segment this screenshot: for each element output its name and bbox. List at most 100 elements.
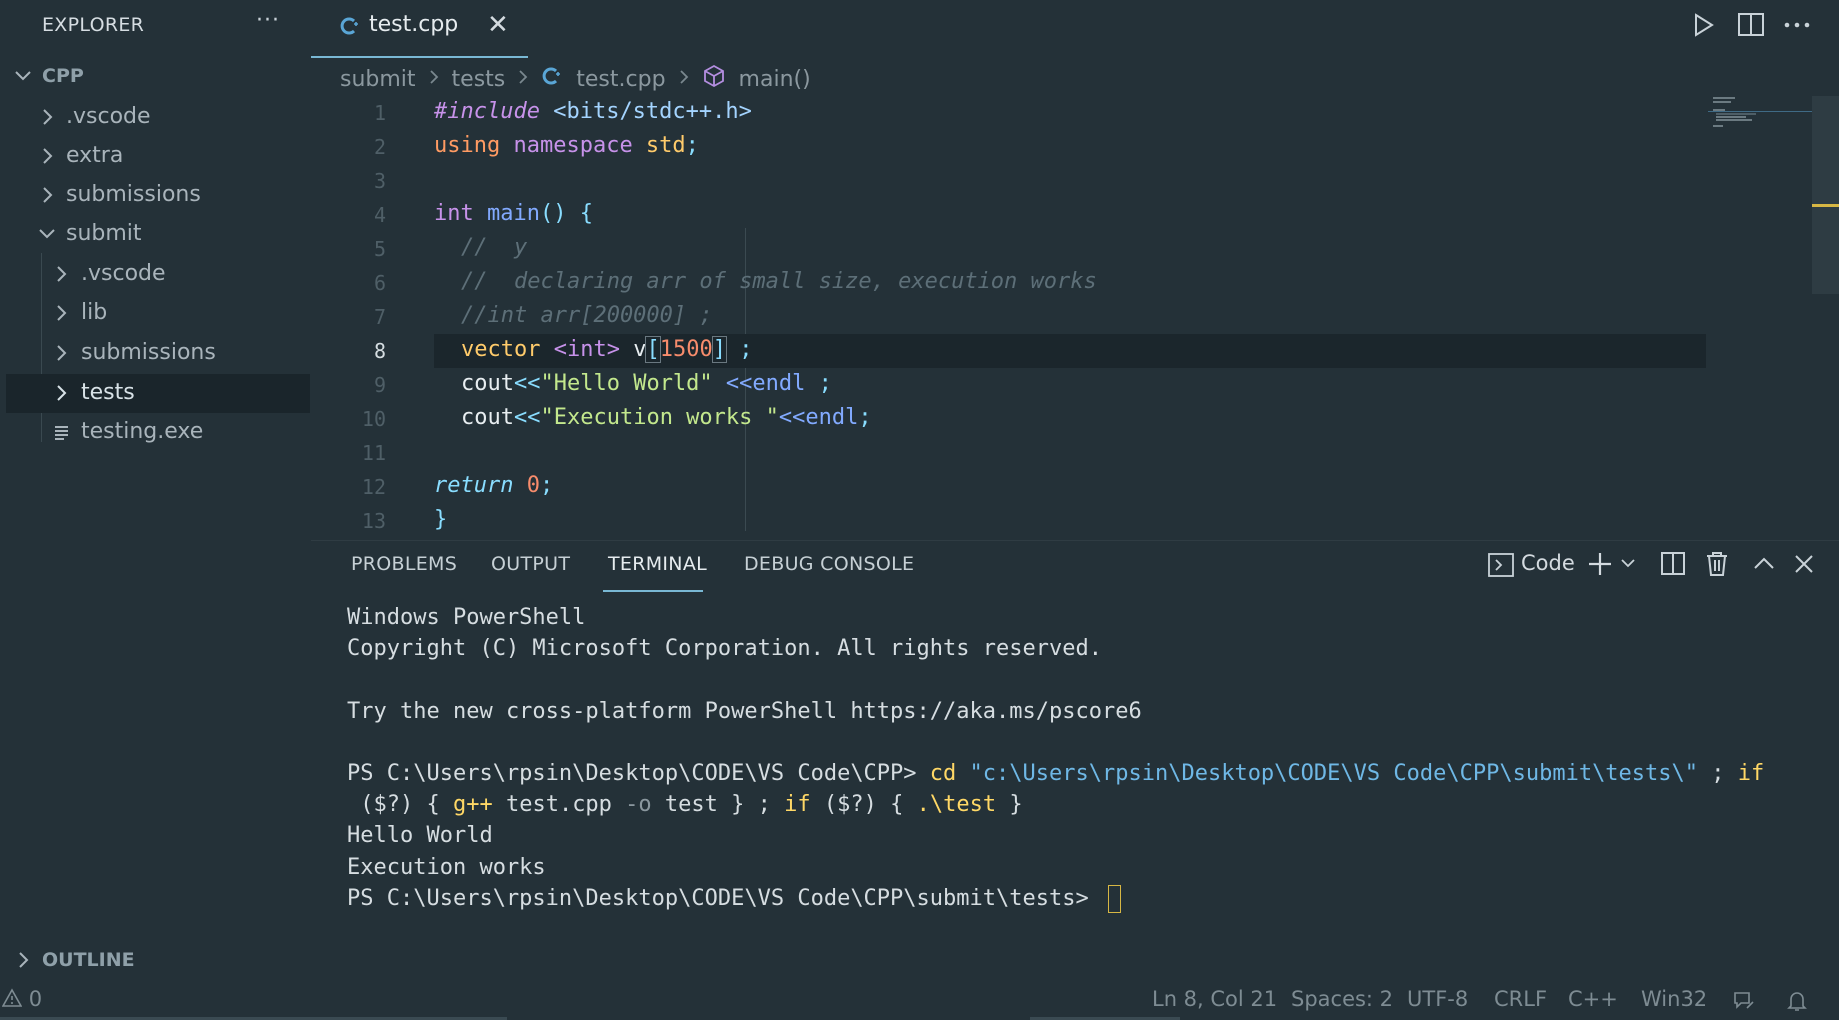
maximize-panel-icon[interactable] (1750, 548, 1778, 584)
scrollbar-cursor-marker (1812, 204, 1839, 207)
tab-test-cpp[interactable]: test.cpp ✕ (311, 0, 528, 58)
outline-label: OUTLINE (42, 949, 135, 971)
terminal-output[interactable]: Windows PowerShell Copyright (C) Microsof… (347, 602, 1837, 922)
code-token: << (513, 371, 541, 396)
explorer-more-actions-icon[interactable]: ··· (256, 8, 280, 33)
bell-icon[interactable] (1785, 988, 1809, 1019)
run-icon[interactable] (1688, 10, 1718, 40)
tree-item-lib[interactable]: lib (6, 294, 310, 333)
status-encoding[interactable]: UTF-8 (1407, 987, 1468, 1011)
code-token: v (619, 337, 647, 362)
tree-item-submissions[interactable]: submissions (6, 176, 310, 215)
close-icon[interactable]: ✕ (487, 10, 509, 40)
status-cursor-position[interactable]: Ln 8, Col 21 (1152, 987, 1277, 1011)
breadcrumb-item[interactable]: tests (452, 67, 506, 92)
feedback-icon[interactable] (1731, 988, 1757, 1019)
trash-icon[interactable] (1703, 548, 1731, 584)
terminal-line: Windows PowerShell (347, 605, 586, 630)
line-number: 7 (373, 305, 386, 329)
bracket-match: [ (645, 336, 661, 363)
code-token: ; (539, 473, 554, 498)
terminal-line: Copyright (C) Microsoft Corporation. All… (347, 636, 1102, 662)
tab-debug-console[interactable]: DEBUG CONSOLE (744, 553, 914, 575)
bracket-match: ] (711, 336, 727, 363)
code-token: <int> (540, 337, 620, 362)
tab-terminal[interactable]: TERMINAL (608, 553, 707, 575)
terminal-line: Try the new cross-platform PowerShell ht… (347, 698, 1142, 724)
status-platform[interactable]: Win32 (1641, 987, 1707, 1011)
add-terminal-icon[interactable] (1586, 548, 1614, 584)
explorer-root-folder[interactable]: CPP (6, 57, 310, 96)
tree-item-submit-submissions[interactable]: submissions (6, 334, 310, 373)
terminal-token: ; (1698, 761, 1738, 787)
editor-scrollbar[interactable] (1812, 96, 1839, 294)
line-number: 11 (361, 441, 386, 465)
code-line: 5 // y (311, 232, 1706, 266)
breadcrumb-item[interactable]: test.cpp (576, 67, 665, 92)
terminal-line: Execution works (347, 854, 546, 880)
tree-item-label: extra (66, 143, 124, 168)
tree-item-extra[interactable]: extra (6, 137, 310, 176)
panel-divider[interactable] (311, 540, 1839, 541)
status-eol[interactable]: CRLF (1494, 987, 1547, 1011)
close-panel-icon[interactable] (1790, 548, 1818, 584)
tree-item-label: tests (81, 380, 135, 405)
status-warnings[interactable]: 0 (1, 987, 43, 1013)
cpp-file-icon (339, 15, 361, 42)
cpp-file-icon (541, 65, 563, 93)
code-token: namespace (500, 133, 633, 158)
code-comment: // declaring arr of small size, executio… (461, 269, 1097, 294)
tree-item-label: .vscode (81, 261, 166, 286)
explorer-sidebar: EXPLORER ··· CPP .vscode extra submissio… (0, 0, 310, 984)
code-line: 11 (311, 436, 1706, 470)
line-number: 12 (361, 475, 386, 499)
code-line: 9 cout<<"Hello World" <<endl ; (311, 368, 1706, 402)
status-language[interactable]: C++ (1568, 987, 1618, 1011)
code-token: 1500 (659, 337, 713, 362)
status-indentation[interactable]: Spaces: 2 (1291, 987, 1393, 1011)
chevron-right-icon (40, 107, 54, 127)
tree-item-tests[interactable]: tests (6, 374, 310, 413)
split-editor-icon[interactable] (1736, 10, 1766, 40)
code-token: using (434, 133, 501, 158)
chevron-right-icon (16, 950, 30, 970)
tree-item-label: testing.exe (81, 419, 204, 444)
terminal-prompt: PS C:\Users\rpsin\Desktop\CODE\VS Code\C… (347, 885, 1102, 911)
chevron-right-icon (54, 383, 68, 403)
breadcrumb-item[interactable]: submit (340, 67, 416, 92)
code-token: cout (461, 371, 514, 396)
warning-icon (1, 988, 23, 1013)
terminal-token: if (1737, 761, 1765, 787)
code-line: 6 // declaring arr of small size, execut… (311, 266, 1706, 300)
line-number: 8 (373, 339, 386, 363)
code-editor[interactable]: 1 #include <bits/stdc++.h> 2 using names… (311, 96, 1811, 531)
tree-item-vscode[interactable]: .vscode (6, 98, 310, 137)
breadcrumb-item[interactable]: main() (739, 67, 811, 92)
chevron-down-icon[interactable] (1620, 554, 1636, 578)
file-lines-icon (54, 424, 68, 444)
chevron-right-icon (40, 185, 54, 205)
active-tab-indicator (603, 590, 703, 592)
terminal-token: if (784, 792, 811, 818)
tree-item-testing-exe[interactable]: testing.exe (6, 413, 310, 452)
minimap[interactable] (1708, 92, 1812, 132)
split-terminal-icon[interactable] (1659, 548, 1687, 584)
tree-item-submit[interactable]: submit (6, 215, 310, 254)
code-comment: //int arr[200000] ; (461, 303, 713, 328)
tab-output[interactable]: OUTPUT (491, 553, 570, 575)
code-comment: // y (461, 235, 528, 260)
code-token: return (434, 473, 514, 498)
chevron-right-icon (54, 264, 68, 284)
line-number: 1 (373, 101, 386, 125)
chevron-down-icon (14, 66, 31, 86)
chevron-right-icon (429, 67, 439, 92)
warning-count: 0 (28, 987, 43, 1011)
status-bar: 0 Ln 8, Col 21 Spaces: 2 UTF-8 CRLF C++ … (0, 984, 1839, 1020)
tab-problems[interactable]: PROBLEMS (351, 553, 457, 575)
more-actions-icon[interactable] (1782, 10, 1812, 40)
code-token: vector (461, 337, 541, 362)
terminal-profile-label: Code (1521, 551, 1575, 575)
outline-section-header[interactable]: OUTLINE (0, 941, 310, 979)
tree-item-submit-vscode[interactable]: .vscode (6, 255, 310, 294)
code-token: ; (725, 337, 753, 362)
